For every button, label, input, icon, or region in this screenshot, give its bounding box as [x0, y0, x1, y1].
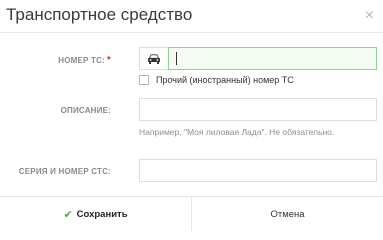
description-label: ОПИСАНИЕ: — [60, 106, 111, 115]
text-cursor — [176, 52, 177, 65]
plate-input-group — [139, 47, 377, 70]
dialog-title: Транспортное средство — [6, 5, 193, 24]
plate-label: НОМЕР ТС: * — [58, 55, 111, 66]
required-mark: * — [106, 55, 111, 66]
plate-input[interactable] — [168, 47, 377, 70]
vehicle-dialog: Транспортное средство × НОМЕР ТС: * Прочи… — [0, 0, 383, 231]
plate-addon — [139, 47, 168, 70]
sts-label: СЕРИЯ И НОМЕР СТС: — [18, 167, 111, 176]
save-button[interactable]: ✔ Сохранить — [0, 197, 191, 231]
dialog-footer: ✔ Сохранить Отмена — [0, 196, 383, 231]
foreign-plate-row[interactable]: Прочий (иностранный) номер ТС — [139, 74, 294, 86]
plate-label-text: НОМЕР ТС: — [58, 56, 105, 65]
close-icon[interactable]: × — [365, 6, 374, 26]
car-icon — [148, 53, 160, 64]
sts-input[interactable] — [139, 159, 377, 182]
foreign-plate-checkbox[interactable] — [139, 75, 149, 85]
foreign-plate-label[interactable]: Прочий (иностранный) номер ТС — [156, 75, 294, 85]
check-icon: ✔ — [63, 208, 73, 221]
cancel-button[interactable]: Отмена — [192, 197, 383, 231]
dialog-header: Транспортное средство × — [0, 0, 383, 33]
description-hint: Например, "Моя лиловая Лада". Не обязате… — [139, 127, 335, 137]
save-button-label: Сохранить — [76, 208, 128, 220]
description-input[interactable] — [139, 98, 377, 121]
